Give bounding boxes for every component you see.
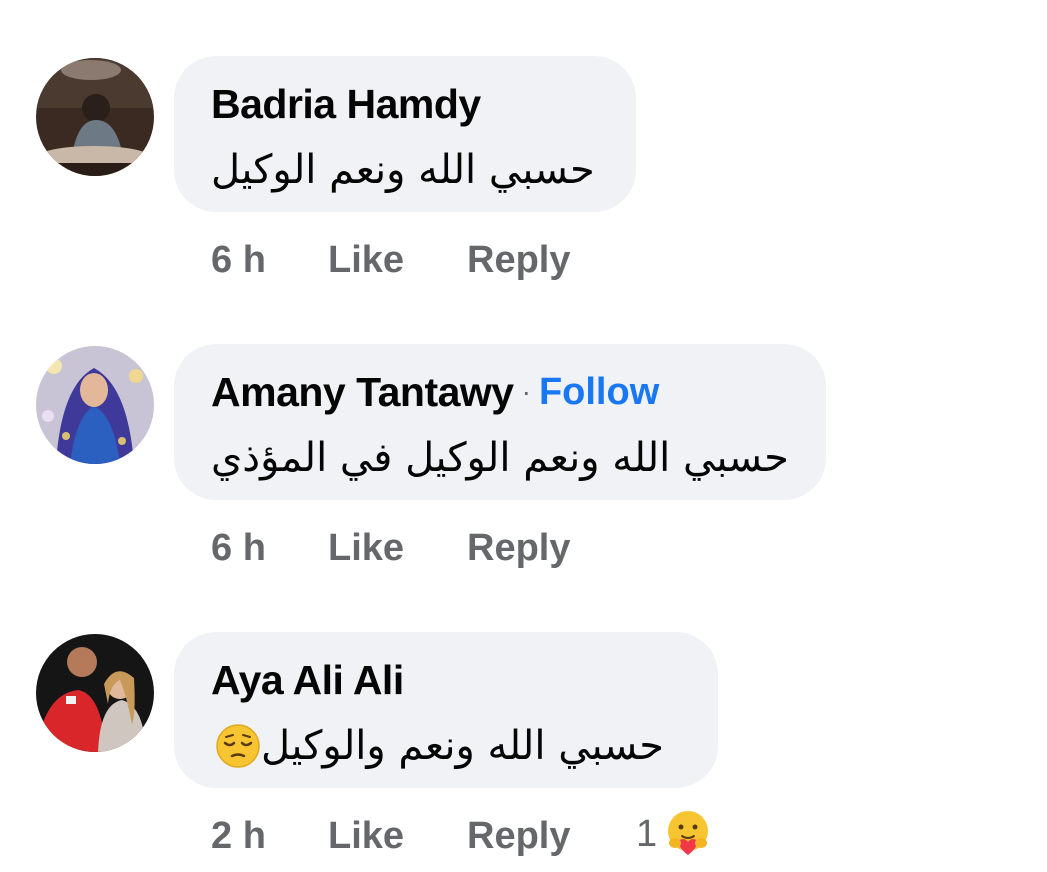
comment-bubble: Amany Tantawy · Follow حسبي الله ونعم ال… xyxy=(174,344,826,500)
separator-dot: · xyxy=(521,376,531,407)
follow-button[interactable]: Follow xyxy=(539,371,659,414)
author-name[interactable]: Aya Ali Ali xyxy=(211,657,404,704)
care-reaction-icon xyxy=(668,811,709,855)
reply-button[interactable]: Reply xyxy=(467,527,570,570)
pensive-face-emoji xyxy=(216,724,260,768)
comment-item: Amany Tantawy · Follow حسبي الله ونعم ال… xyxy=(0,288,1047,578)
timestamp[interactable]: 6 h xyxy=(211,239,328,282)
reply-button[interactable]: Reply xyxy=(467,815,570,858)
comment-bubble: Aya Ali Ali حسبي الله ونعم والوكيل xyxy=(174,632,718,788)
comment-text-row: حسبي الله ونعم والوكيل xyxy=(211,718,680,774)
avatar[interactable] xyxy=(36,634,154,752)
comment-text: حسبي الله ونعم والوكيل xyxy=(261,723,665,769)
avatar[interactable] xyxy=(36,346,154,464)
reply-button[interactable]: Reply xyxy=(467,239,570,282)
reaction-count: 1 xyxy=(636,812,658,855)
comment-text: حسبي الله ونعم الوكيل في المؤذي xyxy=(211,435,789,481)
comment-actions: 2 h Like Reply xyxy=(211,814,570,858)
comment-text: حسبي الله ونعم الوكيل xyxy=(211,147,595,193)
comment-bubble: Badria Hamdy حسبي الله ونعم الوكيل xyxy=(174,56,636,212)
like-button[interactable]: Like xyxy=(328,239,467,282)
author-name[interactable]: Badria Hamdy xyxy=(211,81,481,128)
comment-actions: 6 h Like Reply xyxy=(211,238,570,282)
avatar[interactable] xyxy=(36,58,154,176)
comment-item: Badria Hamdy حسبي الله ونعم الوكيل 6 h L… xyxy=(0,0,1047,290)
author-name[interactable]: Amany Tantawy xyxy=(211,369,514,416)
like-button[interactable]: Like xyxy=(328,815,467,858)
comment-item: Aya Ali Ali حسبي الله ونعم والوكيل 2 h L… xyxy=(0,576,1047,866)
like-button[interactable]: Like xyxy=(328,527,467,570)
reaction-summary[interactable]: 1 xyxy=(636,806,713,862)
timestamp[interactable]: 2 h xyxy=(211,815,328,858)
comment-actions: 6 h Like Reply xyxy=(211,526,570,570)
timestamp[interactable]: 6 h xyxy=(211,527,328,570)
